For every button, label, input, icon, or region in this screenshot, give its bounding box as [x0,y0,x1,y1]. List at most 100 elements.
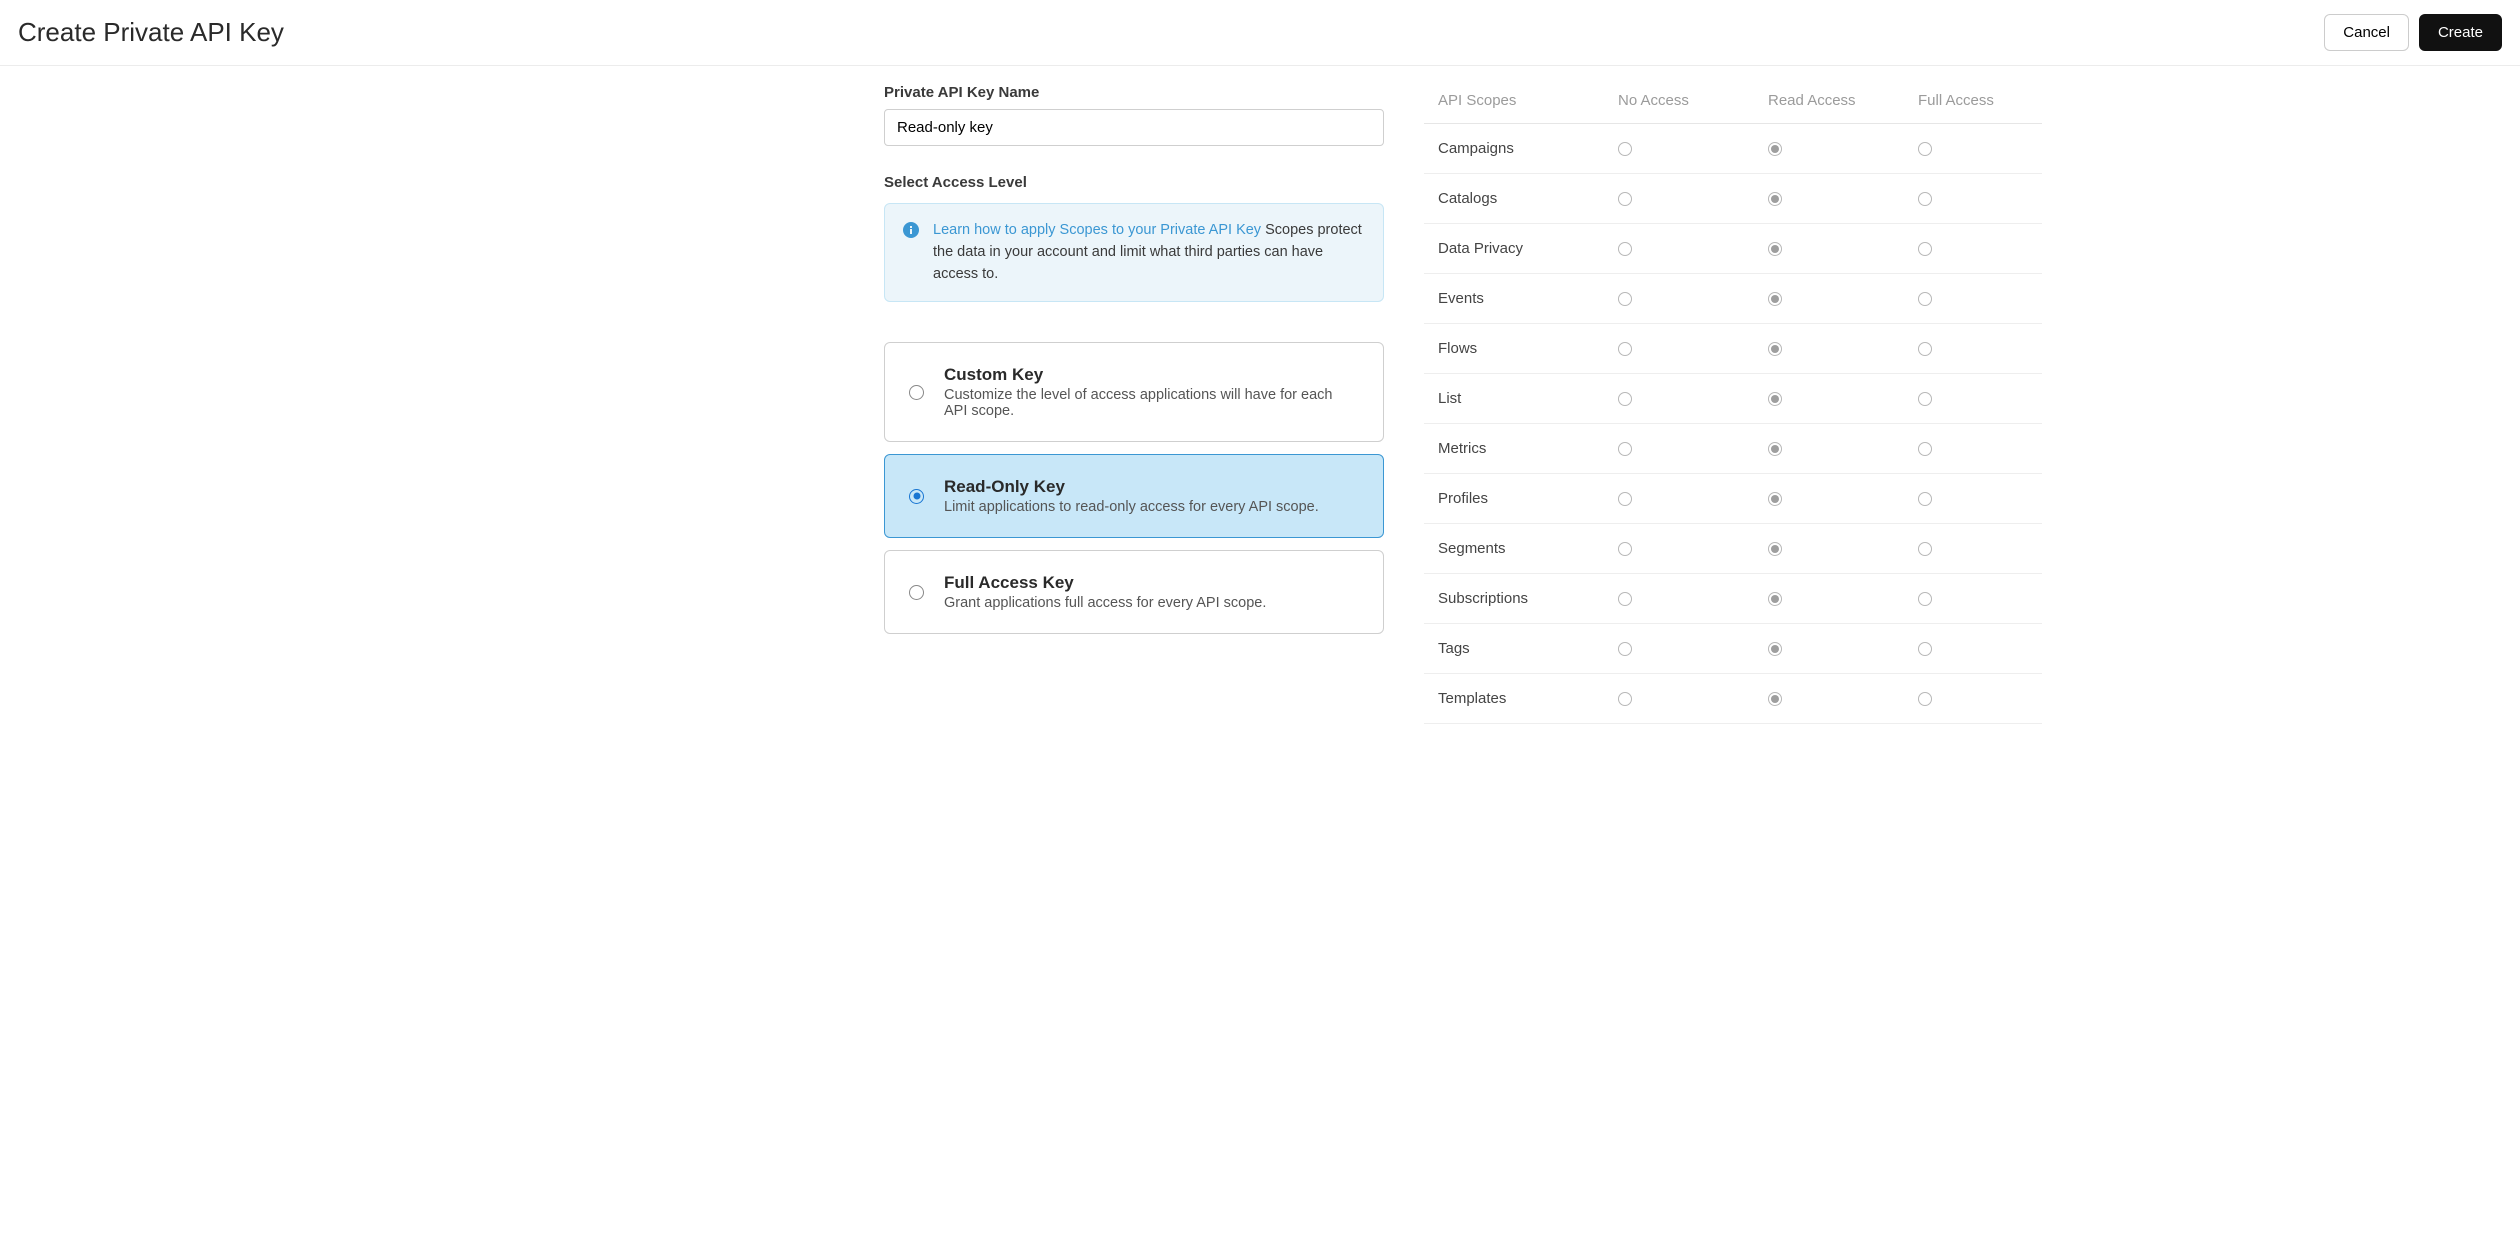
scope-name: Segments [1438,540,1618,557]
scope-none-radio[interactable] [1618,342,1632,356]
scope-read-radio[interactable] [1768,392,1782,406]
scope-none-cell [1618,590,1768,607]
option-title: Read-Only Key [944,477,1319,497]
scope-full-radio[interactable] [1918,692,1932,706]
scope-none-radio[interactable] [1618,392,1632,406]
access-level-label: Select Access Level [884,174,1384,191]
access-options: Custom KeyCustomize the level of access … [884,342,1384,634]
scope-full-cell [1918,240,2028,257]
scope-none-cell [1618,290,1768,307]
scopes-table: API Scopes No Access Read Access Full Ac… [1424,84,2042,724]
page-header: Create Private API Key Cancel Create [0,0,2520,66]
scope-full-radio[interactable] [1918,592,1932,606]
cancel-button[interactable]: Cancel [2324,14,2409,51]
scope-none-radio[interactable] [1618,492,1632,506]
scope-full-cell [1918,490,2028,507]
scope-read-radio[interactable] [1768,442,1782,456]
scope-none-radio[interactable] [1618,542,1632,556]
scope-row: Catalogs [1424,174,2042,224]
scope-none-cell [1618,690,1768,707]
scope-name: List [1438,390,1618,407]
scope-full-cell [1918,690,2028,707]
name-section: Private API Key Name [884,84,1384,146]
info-link[interactable]: Learn how to apply Scopes to your Privat… [933,222,1261,238]
scope-full-radio[interactable] [1918,142,1932,156]
header-read-access: Read Access [1768,92,1918,109]
scope-full-radio[interactable] [1918,242,1932,256]
scope-none-radio[interactable] [1618,642,1632,656]
scope-full-radio[interactable] [1918,542,1932,556]
scope-none-radio[interactable] [1618,442,1632,456]
scope-read-cell [1768,440,1918,457]
scope-read-cell [1768,590,1918,607]
scope-read-cell [1768,640,1918,657]
scope-read-radio[interactable] [1768,642,1782,656]
scope-row: Profiles [1424,474,2042,524]
scope-full-cell [1918,190,2028,207]
scope-read-cell [1768,690,1918,707]
scope-full-cell [1918,440,2028,457]
api-key-name-input[interactable] [884,109,1384,146]
scope-name: Events [1438,290,1618,307]
scope-full-radio[interactable] [1918,492,1932,506]
option-body: Full Access KeyGrant applications full a… [944,573,1266,611]
content: Private API Key Name Select Access Level… [610,66,1910,764]
scope-none-cell [1618,490,1768,507]
scope-read-radio[interactable] [1768,192,1782,206]
scope-full-radio[interactable] [1918,192,1932,206]
scope-read-radio[interactable] [1768,292,1782,306]
radio-icon [909,489,924,504]
scope-read-cell [1768,190,1918,207]
header-no-access: No Access [1618,92,1768,109]
scope-none-cell [1618,540,1768,557]
scope-read-cell [1768,490,1918,507]
scope-none-radio[interactable] [1618,192,1632,206]
page-title: Create Private API Key [18,17,284,48]
scope-none-radio[interactable] [1618,292,1632,306]
scope-none-cell [1618,190,1768,207]
scope-full-radio[interactable] [1918,392,1932,406]
option-desc: Customize the level of access applicatio… [944,387,1359,419]
scope-name: Data Privacy [1438,240,1618,257]
access-option-read-only[interactable]: Read-Only KeyLimit applications to read-… [884,454,1384,538]
scope-full-radio[interactable] [1918,342,1932,356]
access-level-section: Select Access Level Learn how to apply S… [884,174,1384,634]
option-body: Read-Only KeyLimit applications to read-… [944,477,1319,515]
scopes-body: CampaignsCatalogsData PrivacyEventsFlows… [1424,124,2042,724]
scope-none-radio[interactable] [1618,692,1632,706]
scope-read-radio[interactable] [1768,692,1782,706]
scope-full-radio[interactable] [1918,292,1932,306]
scope-read-radio[interactable] [1768,542,1782,556]
scope-row: Metrics [1424,424,2042,474]
scopes-header: API Scopes No Access Read Access Full Ac… [1424,84,2042,124]
scope-none-radio[interactable] [1618,142,1632,156]
scope-name: Metrics [1438,440,1618,457]
scope-none-radio[interactable] [1618,242,1632,256]
access-option-full[interactable]: Full Access KeyGrant applications full a… [884,550,1384,634]
scope-read-radio[interactable] [1768,242,1782,256]
scope-row: Tags [1424,624,2042,674]
scope-read-radio[interactable] [1768,342,1782,356]
scope-read-cell [1768,240,1918,257]
scope-full-radio[interactable] [1918,642,1932,656]
scope-full-cell [1918,390,2028,407]
scope-read-radio[interactable] [1768,592,1782,606]
scope-full-radio[interactable] [1918,442,1932,456]
scope-read-radio[interactable] [1768,492,1782,506]
scope-row: List [1424,374,2042,424]
create-button[interactable]: Create [2419,14,2502,51]
option-body: Custom KeyCustomize the level of access … [944,365,1359,419]
radio-icon [909,585,924,600]
scope-none-radio[interactable] [1618,592,1632,606]
left-column: Private API Key Name Select Access Level… [884,84,1384,724]
access-option-custom[interactable]: Custom KeyCustomize the level of access … [884,342,1384,442]
scope-full-cell [1918,540,2028,557]
scope-row: Segments [1424,524,2042,574]
scope-read-cell [1768,340,1918,357]
scope-read-radio[interactable] [1768,142,1782,156]
scope-row: Subscriptions [1424,574,2042,624]
scope-full-cell [1918,340,2028,357]
scope-row: Data Privacy [1424,224,2042,274]
scope-full-cell [1918,140,2028,157]
scope-full-cell [1918,640,2028,657]
